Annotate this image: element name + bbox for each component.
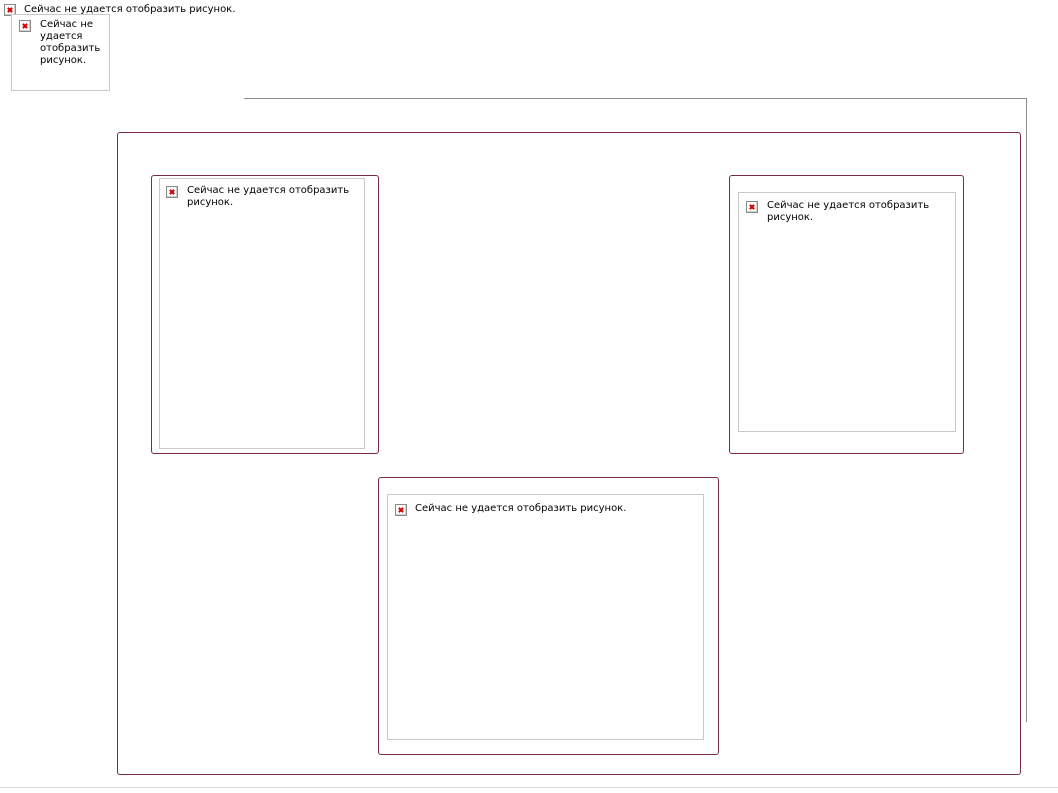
broken-image-icon	[746, 201, 758, 213]
broken-image-alt-text: Сейчас не удается отобразить рисунок.	[187, 185, 350, 208]
logo-broken-image: Сейчас не удается отобразить рисунок.	[11, 14, 110, 91]
broken-image-alt-text: Сейчас не удается отобразить рисунок.	[40, 19, 101, 66]
broken-image-alt-text: Сейчас не удается отобразить рисунок.	[415, 503, 627, 514]
page-bottom-divider	[0, 787, 1058, 788]
broken-image-icon	[19, 20, 31, 32]
right-panel-broken-image: Сейчас не удается отобразить рисунок.	[738, 192, 956, 432]
broken-image-icon	[166, 186, 178, 198]
broken-image-icon	[395, 504, 407, 516]
right-edge-divider	[1026, 98, 1027, 722]
header-divider	[244, 98, 1027, 99]
bottom-panel-broken-image: Сейчас не удается отобразить рисунок.	[387, 494, 704, 740]
broken-image-alt-text: Сейчас не удается отобразить рисунок.	[767, 200, 930, 223]
left-panel-broken-image: Сейчас не удается отобразить рисунок.	[159, 178, 365, 449]
